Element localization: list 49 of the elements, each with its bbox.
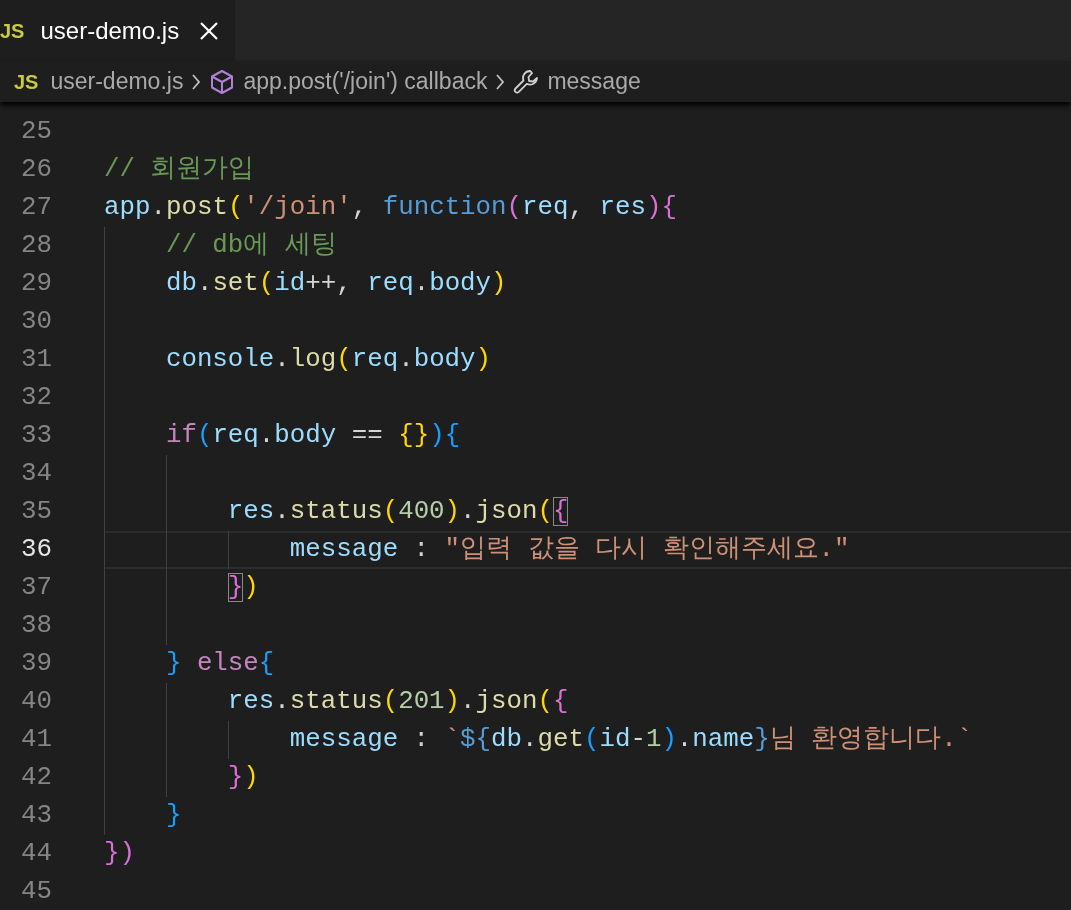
- code-line: }): [104, 759, 1071, 797]
- line-number: 34: [20, 458, 52, 490]
- code-line: db.set(id++, req.body): [104, 265, 1071, 303]
- breadcrumb-item[interactable]: app.post('/join') callback: [243, 64, 488, 99]
- line-number: 36: [20, 534, 52, 566]
- editor-tab[interactable]: JS user-demo.js: [0, 0, 235, 61]
- line-number: 30: [20, 306, 52, 338]
- line-number: 42: [20, 762, 52, 794]
- chevron-icon: [495, 72, 506, 91]
- close-icon: [199, 20, 220, 41]
- chevron-icon: [191, 72, 202, 91]
- breadcrumb-item[interactable]: user-demo.js: [50, 64, 184, 99]
- tab-title: user-demo.js: [40, 15, 180, 46]
- line-number: 25: [20, 116, 52, 148]
- line-number: 32: [20, 382, 52, 414]
- code-line: res.status(400).json({: [104, 493, 1071, 531]
- code-line: }: [104, 797, 1071, 835]
- line-number: 29: [20, 268, 52, 300]
- code-line: app.post('/join', function(req, res){: [104, 192, 678, 224]
- line-number: 26: [20, 154, 52, 186]
- line-number: 44: [20, 838, 52, 870]
- code-line: message : "입력 값을 다시 확인해주세요.": [104, 531, 1071, 569]
- line-number: 28: [20, 230, 52, 262]
- code-line: res.status(201).json({: [104, 683, 1071, 721]
- line-number: 27: [20, 192, 52, 224]
- wrench-icon: [513, 68, 540, 95]
- line-number: 38: [20, 610, 52, 642]
- code-line: }): [104, 838, 136, 870]
- line-number: 35: [20, 496, 52, 528]
- line-number: 45: [20, 876, 52, 908]
- close-button[interactable]: [199, 20, 220, 41]
- breadcrumb-item[interactable]: message: [547, 64, 641, 99]
- line-number: 41: [20, 724, 52, 756]
- line-number: 43: [20, 800, 52, 832]
- js-file-icon: JS: [0, 15, 25, 46]
- line-number: 37: [20, 572, 52, 604]
- line-number: 33: [20, 420, 52, 452]
- code-line: // 회원가입: [104, 154, 256, 186]
- js-file-icon: JS: [14, 66, 39, 97]
- cube-icon: [209, 68, 236, 95]
- code-line: } else{: [104, 645, 1071, 683]
- line-number: 31: [20, 344, 52, 376]
- code-line: }): [104, 569, 1071, 607]
- line-number: 39: [20, 648, 52, 680]
- code-line: // db에 세팅: [104, 227, 1071, 265]
- code-line: console.log(req.body): [104, 341, 1071, 379]
- code-line: if(req.body == {}){: [104, 417, 1071, 455]
- line-number: 40: [20, 686, 52, 718]
- code-line: message : `${db.get(id-1).name}님 환영합니다.`: [104, 721, 1071, 759]
